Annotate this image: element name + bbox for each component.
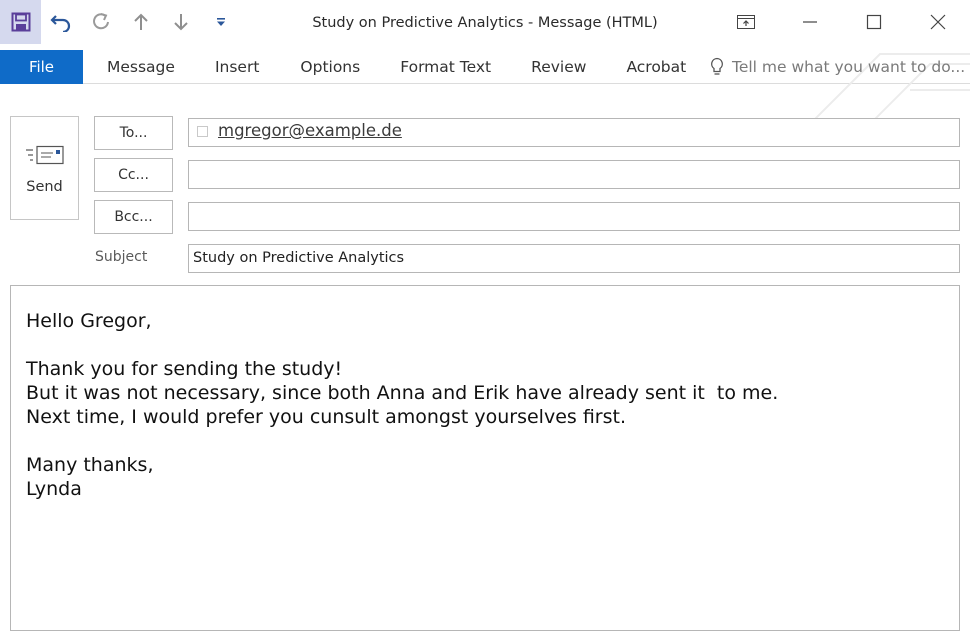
to-field[interactable]: mgregor@example.de bbox=[188, 118, 960, 147]
close-icon bbox=[930, 14, 946, 30]
body-line: Thank you for sending the study! bbox=[26, 358, 343, 380]
tab-message[interactable]: Message bbox=[107, 50, 175, 84]
body-line: Many thanks, bbox=[26, 454, 154, 476]
bcc-field[interactable] bbox=[188, 202, 960, 231]
to-button[interactable]: To... bbox=[94, 116, 173, 150]
maximize-button[interactable] bbox=[842, 0, 906, 44]
body-line: Hello Gregor, bbox=[26, 310, 152, 332]
body-line: Lynda bbox=[26, 478, 82, 500]
tell-me-search[interactable]: Tell me what you want to do... bbox=[710, 50, 965, 84]
save-icon bbox=[11, 12, 30, 32]
subject-field[interactable]: Study on Predictive Analytics bbox=[188, 244, 960, 273]
cc-field[interactable] bbox=[188, 160, 960, 189]
ribbon-display-options-button[interactable] bbox=[714, 0, 778, 44]
redo-icon bbox=[93, 13, 109, 30]
up-arrow-icon bbox=[134, 13, 148, 30]
send-envelope-icon bbox=[25, 145, 64, 165]
undo-button[interactable] bbox=[41, 0, 81, 44]
title-bar: Study on Predictive Analytics - Message … bbox=[0, 0, 970, 50]
bcc-button[interactable]: Bcc... bbox=[94, 200, 173, 234]
tell-me-placeholder: Tell me what you want to do... bbox=[732, 58, 966, 76]
customize-toolbar-button[interactable] bbox=[201, 0, 241, 44]
tab-acrobat[interactable]: Acrobat bbox=[626, 50, 686, 84]
minimize-icon bbox=[803, 21, 817, 23]
recipient-token[interactable]: mgregor@example.de bbox=[197, 121, 402, 140]
tab-insert[interactable]: Insert bbox=[215, 50, 259, 84]
body-line: But it was not necessary, since both Ann… bbox=[26, 382, 779, 404]
customize-icon bbox=[217, 18, 225, 26]
tab-options[interactable]: Options bbox=[300, 50, 360, 84]
body-line bbox=[26, 333, 944, 357]
tab-review[interactable]: Review bbox=[531, 50, 586, 84]
cc-button[interactable]: Cc... bbox=[94, 158, 173, 192]
recipient-address[interactable]: mgregor@example.de bbox=[218, 121, 402, 140]
maximize-icon bbox=[866, 14, 882, 30]
save-button[interactable] bbox=[0, 0, 41, 44]
down-arrow-icon bbox=[174, 14, 188, 31]
subject-value: Study on Predictive Analytics bbox=[193, 250, 405, 266]
tab-format-text[interactable]: Format Text bbox=[400, 50, 491, 84]
ribbon-display-icon bbox=[737, 15, 755, 29]
send-label: Send bbox=[26, 179, 63, 195]
close-button[interactable] bbox=[906, 0, 970, 44]
body-line bbox=[26, 429, 944, 453]
next-item-button[interactable] bbox=[161, 0, 201, 44]
redo-button[interactable] bbox=[81, 0, 121, 44]
message-body[interactable]: Hello Gregor, Thank you for sending the … bbox=[10, 285, 960, 631]
subject-label: Subject bbox=[95, 249, 148, 265]
recipient-checkbox bbox=[197, 126, 208, 137]
quick-access-toolbar bbox=[0, 0, 241, 44]
minimize-button[interactable] bbox=[778, 0, 842, 44]
body-line: Next time, I would prefer you cunsult am… bbox=[26, 406, 626, 428]
ribbon-tabs: File Message Insert Options Format Text … bbox=[0, 49, 970, 134]
window-controls bbox=[714, 0, 970, 44]
tab-file[interactable]: File bbox=[0, 49, 83, 84]
send-button[interactable]: Send bbox=[10, 116, 79, 220]
window-title: Study on Predictive Analytics - Message … bbox=[312, 15, 658, 31]
lightbulb-icon bbox=[711, 57, 723, 75]
previous-item-button[interactable] bbox=[121, 0, 161, 44]
undo-icon bbox=[50, 15, 71, 32]
